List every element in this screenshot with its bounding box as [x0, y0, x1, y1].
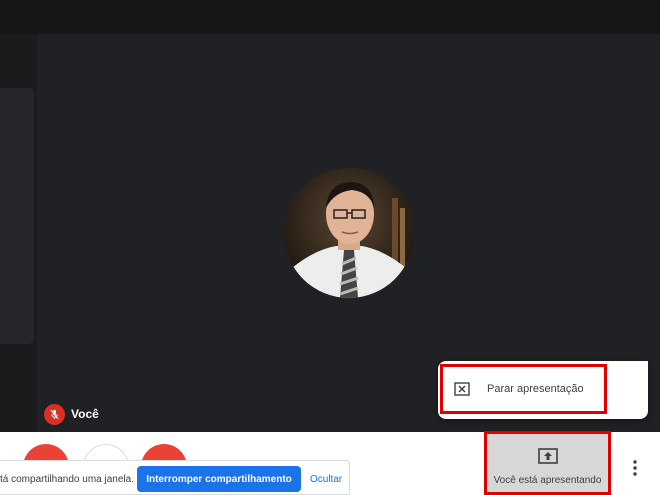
participant-avatar — [284, 168, 414, 298]
present-to-all-icon — [537, 448, 558, 464]
presenting-label: Você está apresentando — [493, 475, 602, 486]
stop-presenting-label: Parar apresentação — [487, 383, 584, 395]
top-bar — [0, 0, 660, 34]
stop-sharing-button[interactable]: Interromper compartilhamento — [137, 466, 301, 492]
side-panel — [0, 88, 34, 344]
presenting-button[interactable]: Você está apresentando — [484, 431, 611, 495]
sharing-status-text: tá compartilhando uma janela. — [0, 474, 134, 485]
sharing-notification: tá compartilhando uma janela. Interrompe… — [0, 460, 350, 495]
more-vert-icon[interactable] — [626, 456, 644, 480]
mic-off-icon — [44, 404, 65, 425]
participant-name: Você — [71, 407, 99, 421]
hide-link[interactable]: Ocultar — [310, 474, 342, 485]
stop-presenting-menu-item[interactable]: Parar apresentação — [440, 364, 607, 414]
close-box-icon — [454, 382, 470, 396]
presentation-menu: Parar apresentação — [438, 361, 648, 419]
